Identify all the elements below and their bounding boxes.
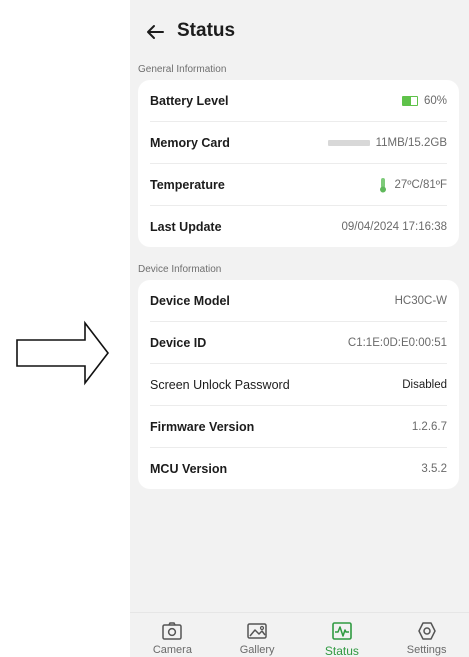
- row-label: Firmware Version: [150, 419, 255, 434]
- battery-icon: [401, 95, 418, 106]
- row-label: Device ID: [150, 335, 207, 350]
- battery-level-row: Battery Level 60%: [150, 80, 447, 122]
- last-update-value: 09/04/2024 17:16:38: [341, 220, 447, 233]
- battery-fill: [402, 96, 412, 105]
- right-arrow-icon: [16, 320, 110, 386]
- nav-label: Camera: [152, 644, 192, 656]
- nav-item-camera[interactable]: Camera: [132, 613, 212, 656]
- row-label: Device Model: [150, 293, 230, 308]
- device-info-card: Device Model HC30C-W Device ID C1:1E:0D:…: [138, 280, 459, 489]
- nav-item-settings[interactable]: Settings: [387, 613, 467, 656]
- row-value: C1:1E:0D:E0:00:51: [347, 336, 447, 349]
- nav-item-gallery[interactable]: Gallery: [217, 613, 297, 656]
- row-label: MCU Version: [150, 461, 228, 476]
- nav-label: Status: [324, 644, 359, 657]
- nav-label: Settings: [406, 644, 447, 656]
- memory-usage-bar: [327, 139, 370, 146]
- row-label: Temperature: [150, 177, 225, 192]
- temperature-value: 27ºC/81ºF: [394, 178, 447, 191]
- status-icon: [332, 622, 352, 640]
- settings-icon: [417, 622, 436, 640]
- temperature-row: Temperature 27ºC/81ºF: [150, 164, 447, 206]
- phone-screen: Status General Information Battery Level…: [130, 0, 469, 657]
- memory-card-row: Memory Card 11MB/15.2GB: [150, 122, 447, 164]
- camera-icon: [162, 622, 183, 640]
- section-label-general: General Information: [138, 64, 227, 75]
- gallery-icon: [247, 623, 267, 639]
- row-value: Disabled: [402, 378, 447, 391]
- row-label: Memory Card: [150, 135, 230, 150]
- nav-item-status[interactable]: Status: [302, 613, 382, 657]
- row-value: HC30C-W: [394, 294, 447, 307]
- mcu-version-row: MCU Version 3.5.2: [150, 448, 447, 489]
- row-label: Battery Level: [150, 93, 229, 108]
- screen-unlock-password-row[interactable]: Screen Unlock Password Disabled: [150, 364, 447, 406]
- page-title: Status: [177, 20, 236, 41]
- row-value: 3.5.2: [421, 462, 447, 475]
- header: Status: [130, 10, 469, 54]
- memory-value: 11MB/15.2GB: [375, 136, 447, 149]
- row-value: 1.2.6.7: [411, 420, 447, 433]
- row-label: Screen Unlock Password: [150, 377, 290, 392]
- back-arrow-icon[interactable]: [145, 22, 165, 42]
- thermometer-icon: [380, 177, 387, 192]
- section-label-device: Device Information: [138, 264, 222, 275]
- bottom-navigation: Camera Gallery Status Settings: [130, 612, 469, 657]
- firmware-version-row: Firmware Version 1.2.6.7: [150, 406, 447, 448]
- last-update-row: Last Update 09/04/2024 17:16:38: [150, 206, 447, 247]
- row-label: Last Update: [150, 219, 222, 234]
- device-model-row: Device Model HC30C-W: [150, 280, 447, 322]
- battery-value: 60%: [423, 94, 447, 107]
- general-info-card: Battery Level 60% Memory Card 11MB/15.2G…: [138, 80, 459, 247]
- nav-label: Gallery: [239, 644, 275, 656]
- device-id-row: Device ID C1:1E:0D:E0:00:51: [150, 322, 447, 364]
